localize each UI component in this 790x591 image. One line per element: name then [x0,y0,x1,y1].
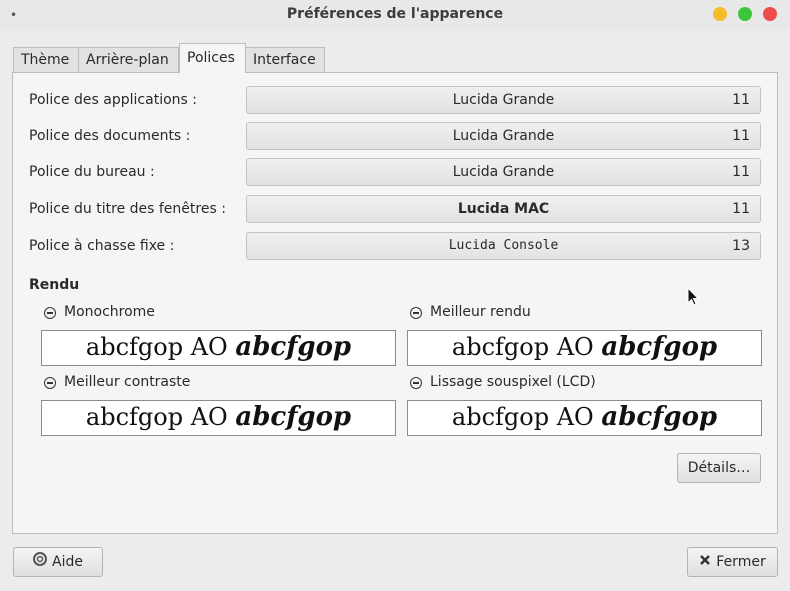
font-size: 11 [732,92,750,108]
render-option-best-shapes[interactable]: Meilleur rendu abcfgop AO abcfgop [407,304,762,366]
lifebuoy-icon [33,548,48,576]
font-row-desktop: Police du bureau : Lucida Grande 11 [29,158,761,188]
desktop-font-button[interactable]: Lucida Grande 11 [246,158,761,186]
render-option-label: Lissage souspixel (LCD) [430,374,596,390]
close-button-label: Fermer [716,554,766,570]
font-label-documents: Police des documents : [29,128,191,144]
radio-icon[interactable] [44,307,56,319]
mouse-cursor-icon [687,287,700,306]
font-size: 11 [732,164,750,180]
font-preview: abcfgop AO abcfgop [41,400,396,436]
maximize-button[interactable] [738,7,752,21]
render-option-label: Meilleur contraste [64,374,191,390]
font-name: Lucida MAC [457,201,550,217]
render-option-best-contrast[interactable]: Meilleur contraste abcfgop AO abcfgop [41,374,396,436]
window-title: Préférences de l'apparence [286,6,504,22]
window-title-font-button[interactable]: Lucida MAC 11 [246,195,761,223]
font-preview: abcfgop AO abcfgop [41,330,396,366]
title-bar: • Préférences de l'apparence [0,0,790,30]
fonts-panel: Police des applications : Lucida Grande … [12,72,778,534]
font-size: 11 [732,201,750,217]
font-size: 11 [732,128,750,144]
font-name: Lucida Console [448,238,559,253]
radio-icon[interactable] [410,377,422,389]
font-row-applications: Police des applications : Lucida Grande … [29,86,761,116]
rendering-section-title: Rendu [29,277,80,293]
render-option-label: Meilleur rendu [430,304,531,320]
tab-background[interactable]: Arrière-plan [78,47,179,73]
font-row-fixed-width: Police à chasse fixe : Lucida Console 13 [29,232,761,262]
font-name: Lucida Grande [452,164,555,180]
font-label-fixed-width: Police à chasse fixe : [29,238,175,254]
tab-interface[interactable]: Interface [245,47,325,73]
applications-font-button[interactable]: Lucida Grande 11 [246,86,761,114]
font-label-applications: Police des applications : [29,92,197,108]
font-preview: abcfgop AO abcfgop [407,400,762,436]
font-name: Lucida Grande [452,92,555,108]
render-option-label: Monochrome [64,304,155,320]
close-button[interactable]: Fermer [687,547,778,577]
font-preview: abcfgop AO abcfgop [407,330,762,366]
help-button[interactable]: Aide [13,547,103,577]
font-size: 13 [732,238,750,254]
font-label-window-title: Police du titre des fenêtres : [29,201,226,217]
radio-icon[interactable] [44,377,56,389]
font-label-desktop: Police du bureau : [29,164,155,180]
tab-theme[interactable]: Thème [13,47,79,73]
radio-icon[interactable] [410,307,422,319]
font-row-documents: Police des documents : Lucida Grande 11 [29,122,761,152]
font-name: Lucida Grande [452,128,555,144]
help-button-label: Aide [52,554,83,570]
x-icon [699,548,711,576]
font-row-window-title: Police du titre des fenêtres : Lucida MA… [29,195,761,225]
fixed-width-font-button[interactable]: Lucida Console 13 [246,232,761,260]
details-button[interactable]: Détails… [677,453,761,483]
render-option-monochrome[interactable]: Monochrome abcfgop AO abcfgop [41,304,396,366]
minimize-button[interactable] [713,7,727,21]
render-option-subpixel[interactable]: Lissage souspixel (LCD) abcfgop AO abcfg… [407,374,762,436]
documents-font-button[interactable]: Lucida Grande 11 [246,122,761,150]
close-window-button[interactable] [763,7,777,21]
tab-fonts[interactable]: Polices [179,43,246,73]
